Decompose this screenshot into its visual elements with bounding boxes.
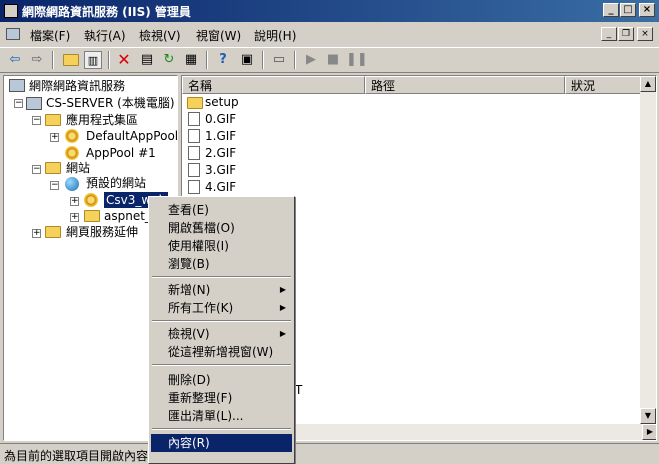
- collapse-server[interactable]: −: [14, 99, 23, 108]
- title-bar[interactable]: 網際網路資訊服務 (IIS) 管理員 _ □ ×: [0, 0, 659, 22]
- tree-app-pools[interactable]: 應用程式集區: [66, 112, 138, 128]
- menu-export[interactable]: 匯出清單(L)...: [151, 407, 292, 425]
- menu-delete[interactable]: 刪除(D): [151, 371, 292, 389]
- play-icon[interactable]: ▶: [302, 51, 320, 69]
- menu-open[interactable]: 開啟舊檔(O): [151, 219, 292, 237]
- window-title: 網際網路資訊服務 (IIS) 管理員: [22, 5, 191, 19]
- tree-default-pool[interactable]: DefaultAppPool: [86, 128, 177, 144]
- up-folder-icon[interactable]: [62, 51, 80, 69]
- refresh-icon[interactable]: ↻: [160, 51, 178, 69]
- tree-pool1[interactable]: AppPool #1: [86, 145, 156, 161]
- gif-file-icon: [188, 129, 200, 143]
- help-icon[interactable]: ?: [214, 51, 232, 69]
- list-item[interactable]: 1.GIF: [205, 128, 236, 144]
- iis-app-icon: [4, 4, 18, 18]
- collapse-default-site[interactable]: −: [50, 181, 59, 190]
- folder-icon: [84, 210, 100, 222]
- partial-list-text: T: [295, 383, 303, 397]
- close-button[interactable]: ×: [639, 3, 655, 17]
- folder-icon: [45, 114, 61, 126]
- gif-file-icon: [188, 180, 200, 194]
- mdi-restore-button[interactable]: ❐: [618, 27, 634, 41]
- tree-root[interactable]: 網際網路資訊服務: [29, 78, 125, 94]
- mdi-minimize-button[interactable]: _: [601, 27, 617, 41]
- collapse-websites[interactable]: −: [32, 165, 41, 174]
- scroll-down-button[interactable]: ▼: [640, 408, 656, 424]
- maximize-button[interactable]: □: [620, 3, 636, 17]
- column-header-path[interactable]: 路徑: [365, 76, 565, 94]
- expand-aspnet[interactable]: +: [70, 213, 79, 222]
- tree-server[interactable]: CS-SERVER (本機電腦): [46, 95, 175, 111]
- app-pool-icon: [65, 146, 79, 160]
- web-app-icon: [84, 193, 98, 207]
- forward-icon[interactable]: ⇨: [28, 51, 46, 69]
- tree-websites[interactable]: 網站: [66, 160, 90, 176]
- menu-refresh[interactable]: 重新整理(F): [151, 389, 292, 407]
- submenu-arrow-icon: ▶: [279, 329, 286, 338]
- collapse-app-pools[interactable]: −: [32, 116, 41, 125]
- menu-browse[interactable]: 瀏覽(B): [151, 255, 292, 273]
- mdi-close-button[interactable]: ×: [637, 27, 653, 41]
- list-item[interactable]: 3.GIF: [205, 162, 236, 178]
- status-bar: 為目前的選取項目開啟內容: [0, 443, 659, 464]
- iis-root-icon: [9, 79, 25, 92]
- menu-window[interactable]: 視窗(W): [196, 27, 241, 44]
- toolbar: ⇦ ⇨ ▥ ✕ ▤ ↻ ▦ ? ▣ ▭ ▶ ■ ❚❚: [0, 47, 659, 73]
- tree-web-ext[interactable]: 網頁服務延伸: [66, 224, 138, 240]
- list-item[interactable]: 2.GIF: [205, 145, 236, 161]
- menu-new-label: 新增(N): [168, 283, 211, 297]
- column-header-status[interactable]: 狀況: [565, 76, 642, 94]
- folder-icon: [45, 162, 61, 174]
- submenu-arrow-icon: ▶: [279, 303, 286, 312]
- export-list-icon[interactable]: ▦: [182, 51, 200, 69]
- menu-help[interactable]: 說明(H): [254, 27, 296, 44]
- list-item[interactable]: setup: [205, 94, 239, 110]
- minimize-button[interactable]: _: [603, 3, 619, 17]
- expand-csv3-web[interactable]: +: [70, 197, 79, 206]
- scroll-right-button[interactable]: ▶: [642, 424, 656, 440]
- scroll-up-button[interactable]: ▲: [640, 76, 656, 92]
- pause-icon[interactable]: ❚❚: [346, 51, 368, 69]
- context-menu: 查看(E) 開啟舊檔(O) 使用權限(I) 瀏覽(B) 新增(N) ▶ 所有工作(…: [148, 196, 295, 464]
- back-icon[interactable]: ⇦: [6, 51, 24, 69]
- app-pool-icon: [65, 129, 79, 143]
- globe-icon: [65, 177, 79, 191]
- menu-permissions[interactable]: 使用權限(I): [151, 237, 292, 255]
- mmc-icon: [6, 28, 20, 40]
- column-header-name[interactable]: 名稱: [182, 76, 365, 94]
- console-tree-icon[interactable]: ▣: [238, 51, 256, 69]
- folder-icon: [45, 226, 61, 238]
- menu-new[interactable]: 新增(N) ▶: [151, 281, 292, 299]
- submenu-arrow-icon: ▶: [279, 285, 286, 294]
- menu-new-window[interactable]: 從這裡新增視窗(W): [151, 343, 292, 361]
- folder-icon: [187, 97, 203, 109]
- show-tree-icon[interactable]: ▥: [84, 51, 102, 69]
- expand-web-ext[interactable]: +: [32, 229, 41, 238]
- list-item[interactable]: 4.GIF: [205, 179, 236, 195]
- vertical-scrollbar[interactable]: ▲ ▼: [640, 76, 656, 424]
- menu-view[interactable]: 檢視(V): [139, 27, 181, 44]
- properties-icon[interactable]: ▤: [138, 51, 156, 69]
- gif-file-icon: [188, 163, 200, 177]
- menu-explore[interactable]: 查看(E): [151, 201, 292, 219]
- gif-file-icon: [188, 146, 200, 160]
- menu-file[interactable]: 檔案(F): [30, 27, 70, 44]
- computer-icon[interactable]: ▭: [270, 51, 288, 69]
- menu-bar: 檔案(F) 執行(A) 檢視(V) 視窗(W) 說明(H) _ ❐ ×: [0, 24, 659, 45]
- menu-view[interactable]: 檢視(V) ▶: [151, 325, 292, 343]
- tree-default-site[interactable]: 預設的網站: [86, 175, 146, 191]
- server-icon: [26, 97, 42, 110]
- list-item[interactable]: 0.GIF: [205, 111, 236, 127]
- menu-view-label: 檢視(V): [168, 327, 210, 341]
- stop-icon[interactable]: ■: [324, 51, 342, 69]
- expand-default-pool[interactable]: +: [50, 133, 59, 142]
- delete-icon[interactable]: ✕: [115, 51, 133, 69]
- gif-file-icon: [188, 112, 200, 126]
- menu-all-tasks-label: 所有工作(K): [168, 301, 234, 315]
- menu-properties[interactable]: 內容(R): [151, 434, 292, 452]
- menu-action[interactable]: 執行(A): [84, 27, 126, 44]
- menu-all-tasks[interactable]: 所有工作(K) ▶: [151, 299, 292, 317]
